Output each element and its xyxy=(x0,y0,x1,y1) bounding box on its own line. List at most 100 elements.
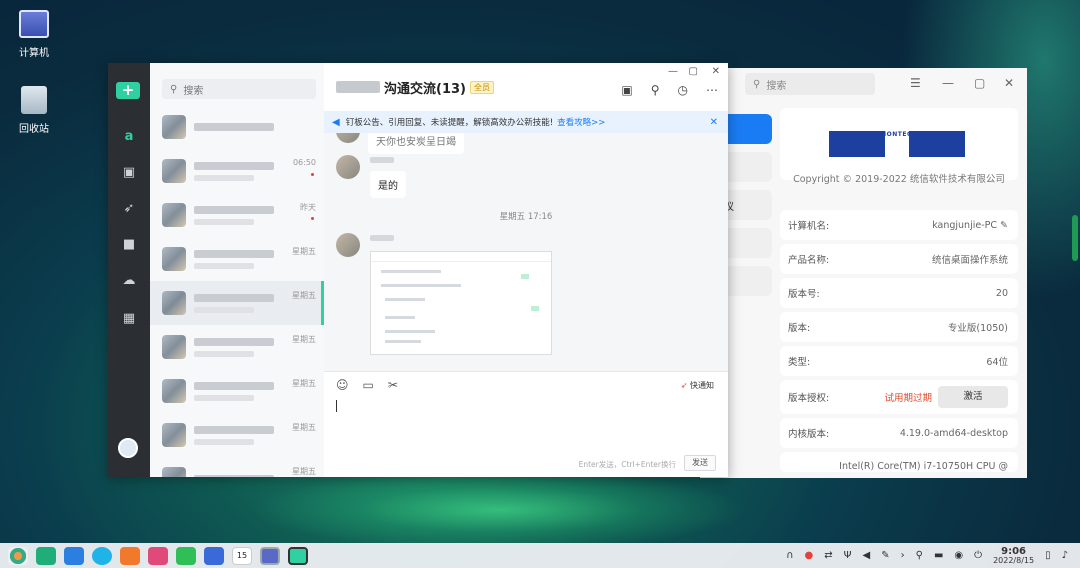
notice-link[interactable]: 查看攻略>> xyxy=(557,116,605,128)
sysinfo-search-input[interactable]: ⚲ 搜索 xyxy=(745,73,875,95)
desktop-icon-computer[interactable]: 计算机 xyxy=(12,10,56,59)
close-icon[interactable]: ✕ xyxy=(710,117,718,128)
megaphone-icon: ◀ xyxy=(332,116,340,128)
blurred-text xyxy=(194,381,274,390)
row-label: 内核版本: xyxy=(788,429,830,440)
keyboard-icon[interactable]: ▬ xyxy=(934,550,943,561)
thumbnail-line xyxy=(385,298,425,301)
rocket-icon[interactable]: ➶ xyxy=(121,201,137,217)
info-row-type: 类型: 64位 xyxy=(780,346,1018,376)
emoji-icon[interactable]: ☺ xyxy=(336,378,349,392)
notification-center-icon[interactable]: ▯ xyxy=(1045,550,1051,561)
clock[interactable]: 9:06 2022/8/15 xyxy=(993,545,1034,565)
close-icon[interactable]: ✕ xyxy=(1004,76,1014,90)
search-icon[interactable]: ⚲ xyxy=(916,550,923,561)
blurred-text xyxy=(194,174,254,181)
maximize-icon[interactable]: ▢ xyxy=(689,66,698,77)
menu-icon[interactable]: ☰ xyxy=(910,76,921,90)
pin-icon[interactable]: ⚲ xyxy=(651,83,660,97)
apps-icon[interactable]: ▦ xyxy=(121,311,137,327)
volume-icon[interactable]: ◀ xyxy=(863,550,871,561)
image-message[interactable] xyxy=(370,251,552,355)
activate-button[interactable]: 激活 xyxy=(938,386,1008,408)
blurred-text xyxy=(194,205,274,214)
logo-card: UNIONTECH Copyright © 2019-2022 统信软件技术有限… xyxy=(780,108,1018,185)
list-item[interactable]: 星期五 xyxy=(150,457,324,477)
computer-icon xyxy=(19,10,49,38)
row-value: 64位 xyxy=(986,357,1008,368)
image-viewer-icon[interactable] xyxy=(176,546,196,565)
list-item[interactable]: 星期五 xyxy=(150,325,324,369)
message-input[interactable] xyxy=(336,400,337,412)
browser-icon[interactable] xyxy=(92,546,112,565)
list-item[interactable]: 06:50 xyxy=(150,149,324,193)
info-row-product-name: 产品名称: 统信桌面操作系统 xyxy=(780,244,1018,274)
list-item[interactable]: 星期五 xyxy=(150,369,324,413)
thumbnail-line xyxy=(385,330,435,333)
blurred-text xyxy=(194,438,254,445)
launcher-icon[interactable] xyxy=(8,546,28,565)
list-item-time: 星期五 xyxy=(292,379,316,388)
list-item[interactable]: 昨天 xyxy=(150,193,324,237)
license-status: 试用期过期 xyxy=(884,393,932,404)
blurred-text xyxy=(194,475,274,477)
calendar-icon[interactable]: ▣ xyxy=(621,83,632,97)
minimize-icon[interactable]: — xyxy=(668,66,678,77)
minimize-icon[interactable]: — xyxy=(942,76,954,90)
security-icon[interactable]: ● xyxy=(805,550,814,561)
avatar[interactable] xyxy=(118,438,138,458)
chat-app-icon[interactable] xyxy=(288,546,308,565)
folder-icon[interactable]: ▭ xyxy=(363,378,374,392)
copyright-text: Copyright © 2019-2022 统信软件技术有限公司 xyxy=(793,174,1005,185)
cloud-icon[interactable]: ☁ xyxy=(121,273,137,289)
transfer-icon[interactable]: ⇄ xyxy=(824,550,832,561)
contacts-icon[interactable]: ▣ xyxy=(121,165,137,181)
composer-toolbar: ☺ ▭ ✂ xyxy=(324,372,728,398)
close-icon[interactable]: ✕ xyxy=(712,66,720,77)
document-icon[interactable] xyxy=(204,546,224,565)
add-icon[interactable]: + xyxy=(116,82,140,99)
file-manager-icon[interactable] xyxy=(64,546,84,565)
list-item[interactable]: 星期五 xyxy=(150,413,324,457)
maximize-icon[interactable]: ▢ xyxy=(974,76,985,90)
music-icon[interactable] xyxy=(148,546,168,565)
list-item-selected[interactable]: 星期五 xyxy=(150,281,324,325)
row-value: kangjunjie-PC xyxy=(932,219,997,231)
chat-header: 沟通交流(13) 全员 — ▢ ✕ ▣ ⚲ ◷ ⋯ xyxy=(324,63,728,111)
blurred-text xyxy=(370,235,394,241)
avatar xyxy=(336,233,360,257)
more-icon[interactable]: ⋯ xyxy=(706,83,718,97)
settings-icon[interactable] xyxy=(260,546,280,565)
calendar-icon[interactable]: 15 xyxy=(232,546,252,565)
list-item[interactable]: 星期五 xyxy=(150,237,324,281)
chat-search-input[interactable]: ⚲ 搜索 xyxy=(162,79,316,99)
header-actions: ▣ ⚲ ◷ ⋯ xyxy=(621,83,718,97)
quick-notify-button[interactable]: ➶ 快通知 xyxy=(681,380,714,391)
list-item[interactable] xyxy=(150,105,324,149)
blurred-text xyxy=(194,394,254,401)
expand-tray-icon[interactable]: › xyxy=(901,550,905,561)
app-store-icon[interactable] xyxy=(120,546,140,565)
search-icon: ⚲ xyxy=(753,78,761,90)
video-icon[interactable]: ■ xyxy=(121,237,137,253)
pen-icon[interactable]: ✎ xyxy=(881,550,889,561)
desktop-icon-trash[interactable]: 回收站 xyxy=(12,86,56,135)
all-members-badge: 全员 xyxy=(469,80,494,94)
taskbar: 15 ∩ ● ⇄ Ψ ◀ ✎ › ⚲ ▬ ◉ ⏻ 9:06 2022/8/15 … xyxy=(0,543,1080,568)
network-icon[interactable]: ◉ xyxy=(954,550,963,561)
info-row-version-number: 版本号: 20 xyxy=(780,278,1018,308)
edit-icon[interactable]: ✎ xyxy=(1000,220,1008,231)
clock-time: 9:06 xyxy=(1001,545,1027,557)
headset-icon[interactable]: ∩ xyxy=(786,550,793,561)
row-value: 20 xyxy=(995,287,1008,299)
avatar xyxy=(336,155,360,179)
send-button[interactable]: 发送 xyxy=(684,455,716,471)
chat-icon[interactable]: a xyxy=(121,129,137,145)
usb-icon[interactable]: Ψ xyxy=(844,550,852,561)
avatar xyxy=(162,423,186,447)
bell-icon[interactable]: ♪ xyxy=(1062,550,1068,561)
desktop-icon[interactable] xyxy=(36,546,56,565)
history-icon[interactable]: ◷ xyxy=(678,83,688,97)
scissors-icon[interactable]: ✂ xyxy=(388,378,398,392)
power-icon[interactable]: ⏻ xyxy=(974,550,982,561)
